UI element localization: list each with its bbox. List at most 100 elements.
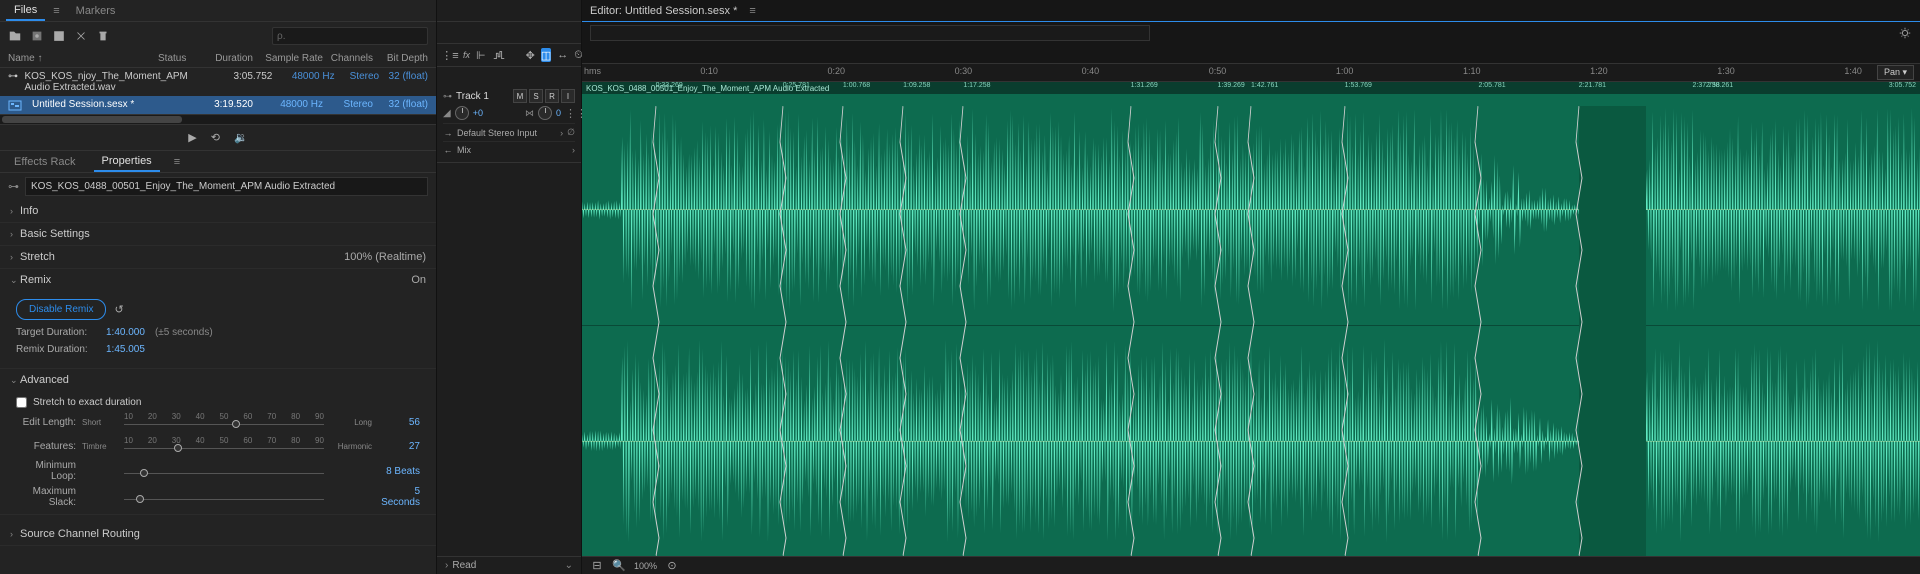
files-column-header[interactable]: Name ↑ Status Duration Sample Rate Chann… — [0, 50, 436, 68]
clip-title-bar[interactable]: KOS_KOS_0488_00501_Enjoy_The_Moment_APM … — [582, 82, 1920, 94]
clip-marker: 1:42.761 — [1251, 82, 1278, 89]
mute-button[interactable]: M — [513, 89, 527, 103]
record-icon[interactable] — [30, 29, 44, 43]
chevron-right-icon: › — [445, 560, 448, 571]
ruler-tick: 0:50 — [1209, 66, 1227, 76]
automation-mode-row[interactable]: › Read ⌄ — [437, 556, 581, 574]
tab-files[interactable]: Files — [6, 1, 45, 21]
settings-icon[interactable] — [1898, 26, 1912, 40]
pan-value[interactable]: 0 — [556, 108, 561, 118]
ruler-tick: 1:20 — [1590, 66, 1608, 76]
slider-track[interactable]: 102030405060708090 — [124, 412, 324, 432]
loop-icon[interactable]: ⟲ — [211, 131, 220, 144]
section-remix[interactable]: ⌄ Remix On — [0, 269, 436, 291]
col-name[interactable]: Name ↑ — [8, 53, 158, 64]
files-hscrollbar[interactable] — [0, 114, 436, 124]
track-output-row[interactable]: ← Mix › — [443, 141, 575, 158]
clip-name-input[interactable] — [25, 177, 428, 196]
col-status[interactable]: Status — [158, 53, 198, 64]
slider-value[interactable]: 56 — [378, 417, 420, 428]
zoom-out-v-icon[interactable]: ⊟ — [590, 559, 604, 573]
slider-track[interactable]: 102030405060708090 — [124, 436, 324, 456]
remix-duration-row: Remix Duration: 1:45.005 — [16, 341, 420, 358]
stretch-exact-row: Stretch to exact duration — [16, 395, 420, 410]
volume-value[interactable]: +0 — [473, 108, 483, 118]
file-name: Untitled Session.sesx * — [32, 99, 158, 111]
solo-button[interactable]: S — [529, 89, 543, 103]
editor-label: Editor: Untitled Session.sesx * — [590, 5, 737, 17]
chevron-right-icon: › — [10, 529, 20, 539]
razor-tool-icon[interactable]: ◫ — [541, 48, 551, 62]
left-tabs: Files ≡ Markers — [0, 0, 436, 22]
slip-tool-icon[interactable]: ↔ — [557, 48, 568, 62]
properties-menu-icon[interactable]: ≡ — [170, 156, 184, 168]
play-icon[interactable]: ▶ — [188, 131, 196, 144]
editor-menu-icon[interactable]: ≡ — [745, 5, 759, 17]
zoom-level[interactable]: 100% — [634, 561, 657, 571]
clip-gap — [1579, 106, 1646, 556]
zoom-reset-icon[interactable]: ⊙ — [665, 559, 679, 573]
section-stretch[interactable]: › Stretch 100% (Realtime) — [0, 246, 436, 268]
trash-icon[interactable] — [96, 29, 110, 43]
audio-clip[interactable]: KOS_KOS_0488_00501_Enjoy_The_Moment_APM … — [582, 82, 1920, 556]
chevron-down-icon: ▾ — [1902, 67, 1907, 77]
open-file-icon[interactable] — [8, 29, 22, 43]
ruler-tick: 1:00 — [1336, 66, 1354, 76]
close-icon[interactable] — [74, 29, 88, 43]
eq-icon[interactable] — [492, 48, 506, 62]
session-icon — [8, 99, 28, 111]
phase-icon[interactable]: ∅ — [567, 127, 575, 138]
section-advanced[interactable]: ⌄ Advanced — [0, 369, 436, 391]
col-channels[interactable]: Channels — [323, 53, 373, 64]
slider-track[interactable] — [124, 461, 324, 481]
record-arm-button[interactable]: R — [545, 89, 559, 103]
disable-remix-button[interactable]: Disable Remix — [16, 299, 106, 320]
section-source-channel-routing[interactable]: › Source Channel Routing — [0, 523, 436, 545]
files-transport: ▶ ⟲ 🔉 — [0, 124, 436, 151]
waveform-area[interactable]: KOS_KOS_0488_00501_Enjoy_The_Moment_APM … — [582, 82, 1920, 556]
file-row[interactable]: ⊶KOS_KOS_njoy_The_Moment_APM Audio Extra… — [0, 68, 436, 96]
stretch-exact-checkbox[interactable] — [16, 397, 27, 408]
insert-icon[interactable] — [52, 29, 66, 43]
timeline-ruler[interactable]: hms 0:100:200:300:400:501:001:101:201:30… — [582, 64, 1920, 82]
file-list: ⊶KOS_KOS_njoy_The_Moment_APM Audio Extra… — [0, 68, 436, 114]
stretch-value: 100% (Realtime) — [344, 251, 426, 263]
target-duration-value[interactable]: 1:40.000 — [106, 327, 145, 338]
zoom-tool-icon[interactable]: 🔍 — [612, 559, 626, 573]
tab-effects-rack[interactable]: Effects Rack — [6, 153, 84, 171]
slider-value[interactable]: 8 Beats — [378, 466, 420, 477]
target-duration-row: Target Duration: 1:40.000 (±5 seconds) — [16, 324, 420, 341]
tab-markers[interactable]: Markers — [68, 2, 124, 20]
monitor-button[interactable]: I — [561, 89, 575, 103]
panel-menu-icon[interactable]: ≡ — [49, 5, 63, 17]
move-tool-icon[interactable]: ✥ — [526, 48, 535, 62]
sends-icon[interactable]: ⊩ — [476, 48, 486, 62]
reset-icon[interactable]: ↺ — [114, 303, 123, 316]
pan-dropdown[interactable]: Pan ▾ — [1877, 65, 1914, 80]
volume-knob[interactable] — [455, 106, 469, 120]
chevron-down-icon: ⌄ — [10, 375, 20, 386]
fx-icon[interactable]: fx — [463, 48, 470, 62]
track-name[interactable]: Track 1 — [456, 91, 509, 102]
editor-address-input[interactable] — [590, 25, 1150, 41]
col-sample-rate[interactable]: Sample Rate — [253, 53, 323, 64]
files-toolbar: ρ. — [0, 22, 436, 50]
section-basic-settings[interactable]: › Basic Settings — [0, 223, 436, 245]
section-info[interactable]: › Info — [0, 200, 436, 222]
slider-value[interactable]: 27 — [378, 441, 420, 452]
tab-properties[interactable]: Properties — [94, 152, 160, 172]
autoplay-icon[interactable]: 🔉 — [234, 131, 248, 144]
hybrid-tool-icon[interactable]: ⋮≡ — [443, 48, 457, 62]
pan-knob[interactable] — [538, 106, 552, 120]
col-bit-depth[interactable]: Bit Depth — [373, 53, 428, 64]
clip-end-marker: 3:05.752 — [1889, 82, 1916, 89]
col-duration[interactable]: Duration — [198, 53, 253, 64]
track-input-row[interactable]: → Default Stereo Input › ∅ — [443, 123, 575, 141]
file-row[interactable]: Untitled Session.sesx *3:19.52048000 HzS… — [0, 96, 436, 114]
slider-track[interactable] — [124, 487, 324, 507]
clip-marker: 1:53.769 — [1345, 82, 1372, 89]
slider-value[interactable]: 5 Seconds — [378, 486, 420, 508]
clip-marker: 2:38.261 — [1706, 82, 1733, 89]
files-search-input[interactable]: ρ. — [272, 27, 428, 45]
track-expand-icon[interactable]: ⊶ — [443, 91, 452, 102]
